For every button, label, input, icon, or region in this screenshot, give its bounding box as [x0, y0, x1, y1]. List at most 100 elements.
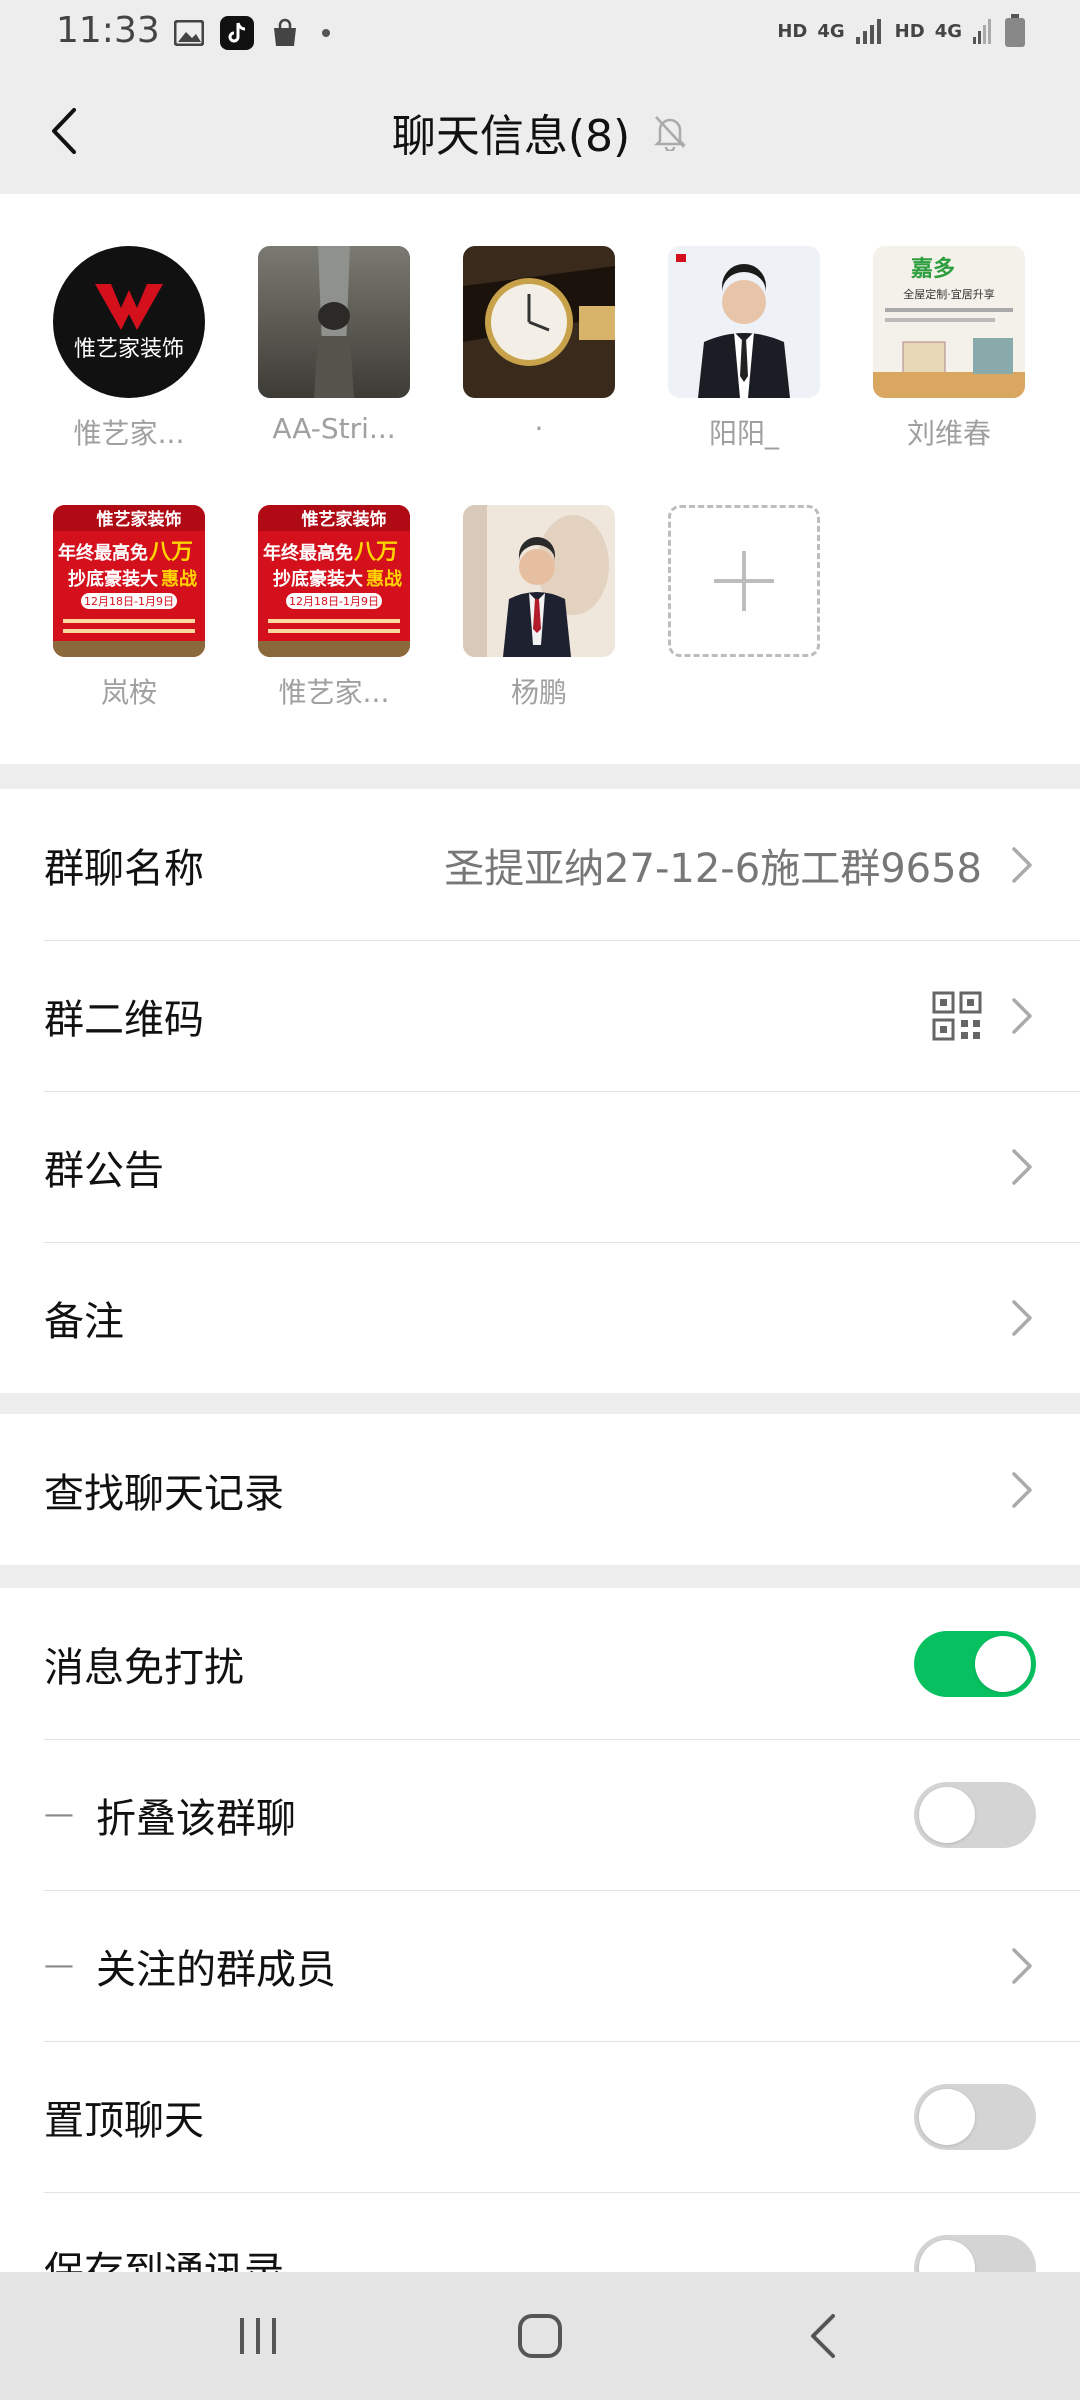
poster-line2: 抄底豪装大: [68, 568, 158, 590]
page-title: 聊天信息(8): [391, 111, 631, 162]
avatar: [668, 246, 820, 398]
status-time: 11:33: [56, 10, 160, 51]
followed-members-row[interactable]: — 关注的群成员: [0, 1890, 1080, 2041]
chevron-right-icon: [1012, 1947, 1032, 1984]
avatar-ad-tagline: 全屋定制·宜居升享: [903, 287, 995, 301]
gallery-icon: [172, 16, 206, 50]
avatar: 惟艺家装饰 年终最高免 八万 抄底豪装大 惠战 12月18日-1月9日: [53, 505, 205, 657]
member-name: 岚桉: [100, 676, 157, 709]
avatar: 惟艺家装饰: [53, 246, 205, 398]
poster-line2: 抄底豪装大: [273, 568, 363, 590]
poster-highlight2: 惠战: [161, 569, 197, 590]
fold-chat-toggle[interactable]: [914, 1781, 1036, 1848]
poster-brand: 惟艺家装饰: [302, 509, 387, 530]
toggle-knob: [975, 1635, 1031, 1692]
group-qr-label: 群二维码: [44, 996, 204, 1043]
group-notice-label: 群公告: [44, 1147, 164, 1194]
member-item[interactable]: AA-Stri...: [258, 246, 410, 445]
poster-brand: 惟艺家装饰: [97, 509, 182, 530]
group-qr-row[interactable]: 群二维码: [0, 940, 1080, 1091]
toggle-knob: [919, 2088, 975, 2145]
poster-highlight: 八万: [149, 540, 193, 565]
member-name: 惟艺家...: [278, 676, 390, 709]
group-name-row[interactable]: 群聊名称 圣提亚纳27-12-6施工群9658: [0, 789, 1080, 940]
member-name: 惟艺家...: [73, 417, 185, 450]
toggle-knob: [919, 1786, 975, 1843]
add-member-item[interactable]: [668, 505, 820, 657]
shopping-bag-icon: [268, 16, 302, 50]
settings-group-toggles: 消息免打扰 — 折叠该群聊 — 关注的群成员 置顶聊天 保存到通讯录: [0, 1588, 1080, 2272]
system-nav-bar: [0, 2272, 1080, 2400]
poster-line1: 年终最高免: [263, 542, 353, 564]
dash-icon: —: [44, 1948, 74, 1983]
search-history-label: 查找聊天记录: [44, 1470, 284, 1517]
battery-icon: [1005, 14, 1025, 47]
member-name: ·: [534, 412, 544, 445]
chevron-right-icon: [1012, 1299, 1032, 1336]
dash-icon: —: [44, 1797, 74, 1832]
member-item[interactable]: ·: [463, 246, 615, 445]
chevron-right-icon: [1012, 1471, 1032, 1508]
save-contacts-label: 保存到通讯录: [44, 2248, 284, 2273]
member-item[interactable]: 惟艺家装饰 年终最高免 八万 抄底豪装大 惠战 12月18日-1月9日 惟艺家.…: [258, 505, 410, 711]
fold-chat-label: 折叠该群聊: [96, 1795, 296, 1842]
bell-off-icon: [654, 116, 687, 151]
member-name: 刘维春: [906, 417, 991, 450]
plus-icon: [714, 551, 774, 611]
avatar: 嘉多 全屋定制·宜居升享: [873, 246, 1025, 398]
status-notification-icons: [172, 16, 330, 50]
signal-icon: [855, 19, 881, 44]
recent-apps-button[interactable]: [226, 2304, 290, 2368]
poster-date: 12月18日-1月9日: [289, 595, 379, 608]
avatar: [258, 246, 410, 398]
more-notifications-dot: [322, 29, 330, 37]
avatar-logo-text: 惟艺家装饰: [74, 337, 184, 362]
nav-back-button[interactable]: [790, 2304, 854, 2368]
home-button[interactable]: [508, 2304, 572, 2368]
search-history-row[interactable]: 查找聊天记录: [0, 1414, 1080, 1565]
avatar-ad-brand: 嘉多: [911, 256, 955, 282]
member-item[interactable]: 阳阳_: [668, 246, 820, 452]
back-arrow-icon: [811, 2314, 835, 2358]
header: 聊天信息(8): [0, 66, 1080, 194]
network-type-label: 4G: [817, 20, 845, 42]
member-name: AA-Stri...: [272, 412, 396, 445]
mute-toggle[interactable]: [914, 1630, 1036, 1697]
member-grid: 惟艺家装饰 惟艺家... AA-Stri... · 阳阳_ 嘉多 全屋定制·宜居…: [0, 194, 1080, 764]
avatar: [463, 505, 615, 657]
page-title-container: 聊天信息(8): [0, 100, 1080, 164]
member-item[interactable]: 嘉多 全屋定制·宜居升享 刘维春: [873, 246, 1025, 452]
member-name: 阳阳_: [708, 417, 779, 450]
chevron-right-icon: [1012, 1148, 1032, 1185]
qr-code-icon: [932, 991, 982, 1040]
avatar: [463, 246, 615, 398]
save-contacts-row: 保存到通讯录: [0, 2192, 1080, 2272]
group-name-value: 圣提亚纳27-12-6施工群9658: [444, 845, 982, 892]
member-item[interactable]: 惟艺家装饰 年终最高免 八万 抄底豪装大 惠战 12月18日-1月9日 岚桉: [53, 505, 205, 711]
poster-highlight: 八万: [354, 540, 398, 565]
home-icon: [518, 2314, 562, 2358]
hd-label: HD: [777, 20, 808, 42]
chevron-right-icon: [1012, 997, 1032, 1034]
member-item[interactable]: 惟艺家装饰 惟艺家...: [53, 246, 205, 452]
pin-chat-label: 置顶聊天: [44, 2097, 204, 2144]
poster-line1: 年终最高免: [58, 542, 148, 564]
remark-row[interactable]: 备注: [0, 1242, 1080, 1393]
mute-label: 消息免打扰: [44, 1644, 244, 1691]
group-notice-row[interactable]: 群公告: [0, 1091, 1080, 1242]
status-right-icons: HD 4G HD 4G: [777, 14, 1026, 48]
chevron-right-icon: [1012, 846, 1032, 883]
fold-chat-row: — 折叠该群聊: [0, 1739, 1080, 1890]
avatar: 惟艺家装饰 年终最高免 八万 抄底豪装大 惠战 12月18日-1月9日: [258, 505, 410, 657]
save-contacts-toggle[interactable]: [914, 2234, 1036, 2272]
status-bar: 11:33 HD 4G HD 4G: [0, 0, 1080, 66]
recent-apps-icon: [240, 2318, 276, 2354]
settings-group-search: 查找聊天记录: [0, 1414, 1080, 1565]
member-name: 杨鹏: [510, 676, 567, 709]
remark-label: 备注: [44, 1298, 124, 1345]
pin-chat-toggle[interactable]: [914, 2083, 1036, 2150]
member-item[interactable]: 杨鹏: [463, 505, 615, 711]
add-member-button[interactable]: [668, 505, 820, 657]
pin-chat-row: 置顶聊天: [0, 2041, 1080, 2192]
network-type-label-2: 4G: [934, 20, 962, 42]
